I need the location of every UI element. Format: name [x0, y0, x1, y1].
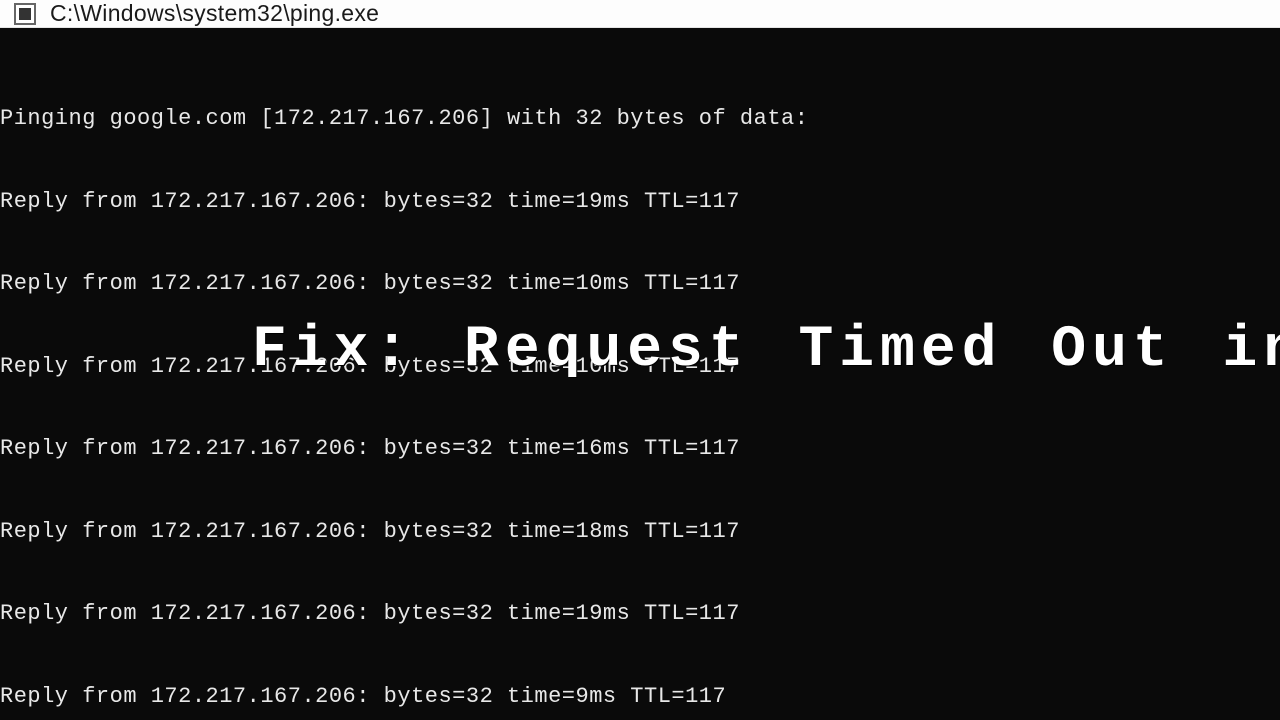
ping-header-line: Pinging google.com [172.217.167.206] wit…	[0, 105, 1280, 133]
window-title: C:\Windows\system32\ping.exe	[50, 0, 379, 27]
ping-reply-line: Reply from 172.217.167.206: bytes=32 tim…	[0, 435, 1280, 463]
ping-reply-line: Reply from 172.217.167.206: bytes=32 tim…	[0, 683, 1280, 711]
command-prompt-window: C:\Windows\system32\ping.exe Pinging goo…	[0, 0, 1280, 720]
titlebar[interactable]: C:\Windows\system32\ping.exe	[0, 0, 1280, 28]
ping-reply-line: Reply from 172.217.167.206: bytes=32 tim…	[0, 270, 1280, 298]
ping-reply-line: Reply from 172.217.167.206: bytes=32 tim…	[0, 600, 1280, 628]
ping-reply-line: Reply from 172.217.167.206: bytes=32 tim…	[0, 518, 1280, 546]
video-caption-overlay: Fix: Request Timed Out in Window 10/7	[252, 316, 1280, 386]
terminal-output[interactable]: Pinging google.com [172.217.167.206] wit…	[0, 28, 1280, 720]
app-icon	[14, 3, 36, 25]
ping-reply-line: Reply from 172.217.167.206: bytes=32 tim…	[0, 188, 1280, 216]
